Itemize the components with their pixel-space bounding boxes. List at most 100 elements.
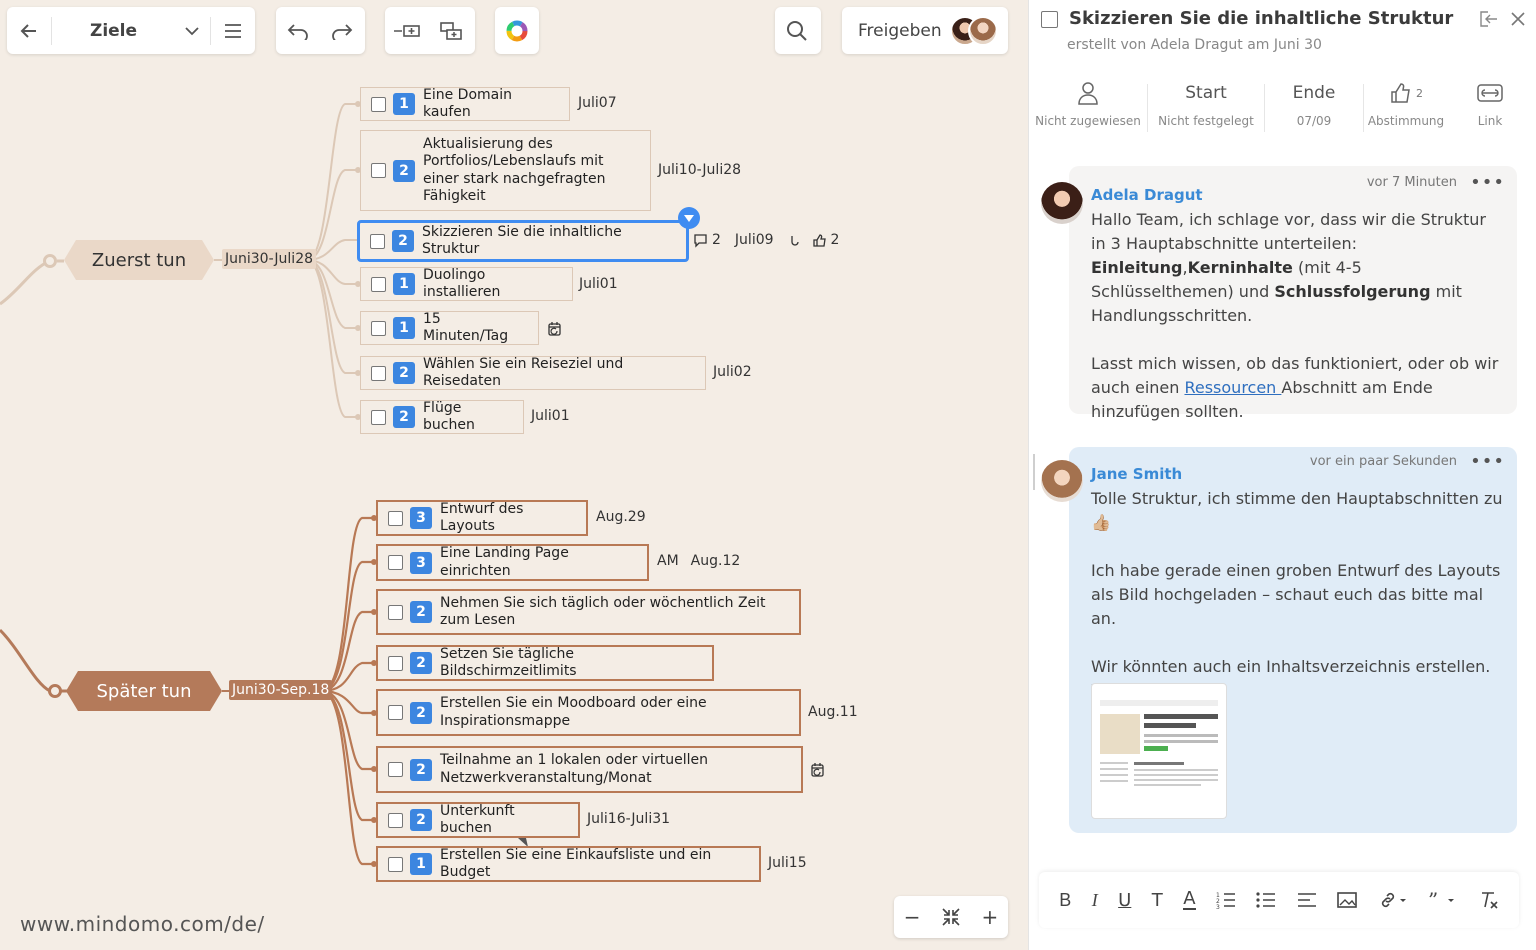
numbered-list-icon[interactable]: 123 — [1216, 891, 1236, 909]
task-label: Teilnahme an 1 lokalen oder virtuellen N… — [440, 752, 709, 786]
task-node[interactable]: 2 Unterkunft buchen — [376, 802, 580, 838]
vote-count: 2 — [1416, 86, 1423, 100]
task-node-selected[interactable]: 2 Skizzieren Sie die inhaltliche Struktu… — [357, 220, 689, 262]
task-node[interactable]: 1 Duolingo installieren — [360, 267, 573, 301]
zoom-in-button[interactable]: + — [981, 905, 998, 929]
footer-url: www.mindomo.com/de/ — [20, 912, 265, 936]
priority-badge: 2 — [410, 601, 432, 623]
node-handle[interactable] — [678, 207, 700, 229]
underline-button[interactable]: U — [1118, 890, 1131, 911]
undock-panel-icon[interactable] — [1478, 10, 1498, 28]
task-checkbox[interactable] — [388, 762, 403, 777]
task-label: Eine Domain kaufen — [423, 86, 512, 121]
priority-badge: 2 — [410, 701, 432, 724]
link-icon — [1477, 84, 1503, 102]
task-node[interactable]: 1 15 Minuten/Tag — [360, 311, 539, 345]
recurring-task-icon — [811, 763, 824, 777]
end-label: Ende — [1292, 83, 1336, 103]
link-button[interactable]: Link — [1448, 78, 1532, 132]
priority-badge: 2 — [393, 159, 415, 182]
fit-to-screen-icon[interactable] — [940, 906, 962, 928]
image-icon[interactable] — [1337, 891, 1358, 909]
task-label: Nehmen Sie sich täglich oder wöchentlich… — [440, 594, 766, 629]
topic-spaeter-tun[interactable]: Später tun — [66, 671, 222, 711]
panel-title[interactable]: Skizzieren Sie die inhaltliche Struktur — [1069, 8, 1453, 29]
priority-badge: 2 — [392, 230, 414, 252]
task-label: Flüge buchen — [423, 399, 475, 434]
close-icon[interactable] — [1510, 11, 1526, 27]
task-node[interactable]: 2 Erstellen Sie ein Moodboard oder eine … — [376, 689, 801, 736]
assignee-button[interactable]: Nicht zugewiesen — [1029, 78, 1147, 132]
task-node[interactable]: 2 Setzen Sie tägliche Bildschirmzeitlimi… — [376, 645, 714, 681]
task-checkbox[interactable] — [371, 276, 386, 292]
text-size-button[interactable]: T — [1152, 890, 1163, 911]
priority-badge: 1 — [393, 273, 415, 295]
recurring-icon — [790, 236, 799, 246]
vote-count: 2 — [830, 232, 840, 248]
bold-button[interactable]: B — [1059, 890, 1071, 911]
task-node[interactable]: 1 Erstellen Sie eine Einkaufsliste und e… — [376, 846, 761, 882]
task-checkbox[interactable] — [388, 604, 403, 620]
thread-indicator — [1033, 454, 1035, 490]
bullet-list-icon[interactable] — [1256, 891, 1276, 909]
topic-zuerst-tun[interactable]: Zuerst tun — [64, 240, 214, 280]
collapse-dot[interactable] — [48, 684, 62, 698]
zoom-controls: − + — [894, 896, 1008, 938]
task-node[interactable]: 2 Teilnahme an 1 lokalen oder virtuellen… — [376, 746, 803, 793]
task-checkbox[interactable] — [371, 365, 386, 381]
vote-button[interactable]: 2 Abstimmung — [1364, 78, 1448, 132]
topic-label: Zuerst tun — [91, 249, 187, 271]
task-date: Aug.11 — [808, 704, 858, 720]
attachment-thumbnail[interactable] — [1091, 683, 1227, 819]
task-checkbox[interactable] — [370, 233, 385, 249]
task-node[interactable]: 2 Wählen Sie ein Reiseziel und Reisedate… — [360, 356, 706, 390]
task-checkbox[interactable] — [388, 510, 403, 526]
collapse-dot[interactable] — [43, 254, 57, 268]
end-date-button[interactable]: Ende 07/09 — [1265, 78, 1363, 132]
comment-author[interactable]: Adela Dragut — [1091, 186, 1203, 204]
priority-badge: 1 — [393, 317, 415, 339]
quote-icon[interactable]: ” — [1428, 891, 1458, 909]
task-node[interactable]: 1 Eine Domain kaufen — [360, 87, 570, 121]
task-node[interactable]: 3 Entwurf des Layouts — [376, 500, 588, 536]
priority-badge: 2 — [393, 362, 415, 384]
italic-button[interactable]: I — [1092, 890, 1098, 911]
more-options-button[interactable]: ••• — [1470, 172, 1505, 193]
task-label: Eine Landing Page einrichten — [440, 545, 569, 579]
task-checkbox[interactable] — [371, 163, 386, 178]
task-checkbox[interactable] — [371, 96, 386, 112]
task-checkbox[interactable] — [388, 705, 403, 720]
task-checkbox[interactable] — [388, 555, 403, 570]
task-properties: Nicht zugewiesen Start Nicht festgelegt … — [1029, 78, 1536, 132]
resource-link[interactable]: Ressourcen — [1184, 378, 1281, 397]
comment-time: vor 7 Minuten — [1366, 175, 1457, 190]
mind-map-canvas[interactable]: Ziele Freigeben Zuerst tun Juni30-Juli28… — [0, 0, 1028, 950]
task-complete-checkbox[interactable] — [1041, 11, 1058, 28]
task-node[interactable]: 2 Aktualisierung des Portfolios/Lebensla… — [360, 130, 651, 211]
link-icon[interactable] — [1378, 891, 1408, 909]
task-node[interactable]: 2 Nehmen Sie sich täglich oder wöchentli… — [376, 589, 801, 635]
priority-badge: 2 — [393, 406, 415, 428]
task-checkbox[interactable] — [371, 320, 386, 336]
task-node[interactable]: 2 Flüge buchen — [360, 400, 524, 434]
task-checkbox[interactable] — [388, 655, 403, 671]
comment-author[interactable]: Jane Smith — [1091, 465, 1182, 483]
text-color-button[interactable]: A — [1183, 890, 1196, 910]
task-node[interactable]: 3 Eine Landing Page einrichten — [376, 544, 649, 581]
task-label: Skizzieren Sie die inhaltliche Struktur — [422, 223, 622, 258]
comment-icon — [694, 233, 707, 248]
task-date: Juli15 — [768, 855, 807, 871]
task-checkbox[interactable] — [388, 812, 403, 828]
task-checkbox[interactable] — [388, 856, 403, 872]
topic-label: Später tun — [96, 680, 192, 702]
align-left-icon[interactable] — [1297, 891, 1317, 909]
task-checkbox[interactable] — [371, 409, 386, 425]
task-date: Juli07 — [578, 95, 617, 111]
more-options-button[interactable]: ••• — [1470, 451, 1505, 472]
start-date-button[interactable]: Start Nicht festgelegt — [1148, 78, 1264, 132]
task-label: Aktualisierung des Portfolios/Lebenslauf… — [423, 135, 606, 205]
zoom-out-button[interactable]: − — [904, 905, 921, 929]
priority-badge: 2 — [410, 809, 432, 831]
start-value: Nicht festgelegt — [1158, 114, 1254, 128]
clear-formatting-icon[interactable] — [1479, 891, 1499, 909]
